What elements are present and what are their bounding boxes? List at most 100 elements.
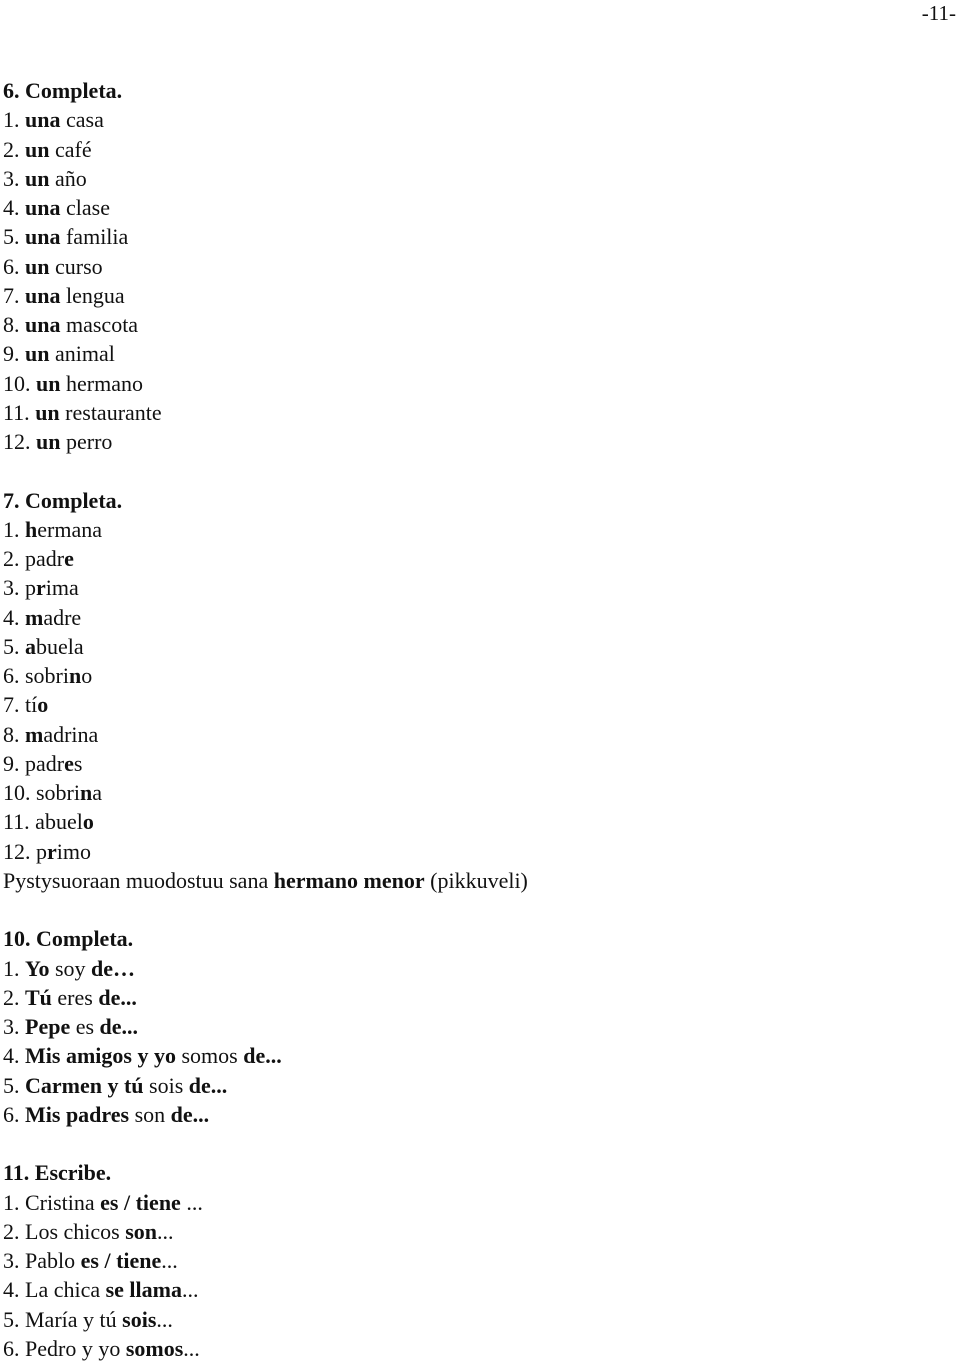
answer-line: 6. Mis padres son de... [3,1100,528,1129]
answer-bold-text: Pepe [25,1014,71,1039]
answer-text: 7. [3,282,25,308]
answer-line: 10. un hermano [3,369,528,398]
answer-text: lengua [60,282,125,308]
answer-text: hermano [60,370,143,396]
answer-bold-text: es / tiene [100,1189,181,1215]
answer-line: 11. un restaurante [3,398,528,427]
answer-line: 1. hermana [3,515,528,544]
answer-line: 8. una mascota [3,310,528,339]
answer-text: año [49,165,87,191]
section-10: 10. Completa. 1. Yo soy de… 2. Tú eres de… [3,924,528,1129]
answer-text: 10. [3,370,36,396]
answer-line: 4. Mis amigos y yo somos de... [3,1041,528,1070]
section-6: 6. Completa. 1. una casa 2. un café 3. un … [3,76,528,456]
answer-line: 4. madre [3,603,528,632]
answer-text: 5. [3,224,25,250]
answer-text: 10. sobri [3,780,80,805]
answer-bold-text: una [25,282,61,308]
answer-text: ... [180,1189,203,1215]
answer-text: s [73,750,83,776]
answer-bold-text: m [25,721,44,747]
answer-text: café [49,136,92,162]
answer-bold-text: de… [91,955,136,981]
answer-bold-text: hermano menor [273,867,425,893]
answer-line: 3. Pepe es de... [3,1012,528,1041]
answer-bold-text: una [25,195,61,220]
answer-bold-text: un [36,370,61,396]
answer-bold-text: un [36,429,61,454]
answer-bold-text: es / tiene [80,1248,162,1273]
answer-bold-text: una [25,312,61,337]
answer-text: 1. [3,107,25,133]
answer-text: imo [56,838,91,864]
section-heading: 10. Completa. [3,926,134,952]
answer-line: 12. un perro [3,427,528,456]
answer-text: son [129,1101,171,1127]
answer-bold-text: de... [99,1014,139,1039]
section-heading: 7. Completa. [3,487,123,513]
answer-text: adre [43,604,82,630]
answer-line: 3. Pablo es / tiene... [3,1246,528,1275]
answer-text: buela [36,633,84,659]
answer-text: ... [156,1306,173,1332]
section-7: 7. Completa. 1. hermana 2. padre 3. prima 4… [3,486,528,896]
answer-text: 4. [3,604,25,630]
answer-text: 4. [3,195,25,220]
answer-bold-text: de... [170,1101,210,1127]
answer-bold-text: n [80,780,93,805]
answer-text: 12. [3,429,36,454]
answer-bold-text: un [25,341,50,367]
answer-text: 5. [3,1072,25,1098]
answer-text: 11. abuel [3,809,83,835]
answer-line: 11. abuelo [3,807,528,836]
answer-text: 2. [3,984,25,1010]
answer-text: 3. Pablo [3,1248,81,1273]
answer-text: curso [49,253,103,279]
answer-line: 12. primo [3,837,528,866]
answer-bold-text: o [37,692,49,718]
answer-line: 7. tío [3,690,528,719]
answer-bold-text: Mis padres [25,1101,130,1127]
answer-line: 8. madrina [3,720,528,749]
answer-bold-text: de... [98,984,137,1010]
answer-text: 1. Cristina [3,1189,101,1215]
answer-bold-text: Mis amigos y yo [25,1043,176,1069]
answer-text: 6. [3,253,25,279]
answer-text: 3. p [3,575,36,601]
answer-bold-text: m [25,604,44,630]
answer-line: 2. Tú eres de... [3,983,528,1012]
answer-bold-text: e [64,750,74,776]
answer-bold-text: h [25,516,38,542]
answer-bold-text: o [82,809,94,835]
answer-text: casa [60,107,104,133]
answer-line: 6. un curso [3,252,528,281]
answer-bold-text: un [25,253,50,279]
answer-text: familia [60,224,129,250]
section-heading: 6. Completa. [3,78,123,103]
answer-line: 1. una casa [3,105,528,134]
answer-text: 6. [3,1101,25,1127]
answer-bold-text: r [36,575,46,601]
answer-bold-text: de... [243,1043,282,1069]
answer-text: 5. María y tú [3,1306,123,1332]
answer-bold-text: a [25,633,36,659]
answer-bold-text: somos [125,1335,184,1361]
answer-bold-text: una [25,224,61,250]
answer-bold-text: Yo [25,955,50,981]
answer-line: 5. abuela [3,632,528,661]
answer-text: 12. p [3,838,47,864]
answer-text: 4. [3,1043,25,1069]
answer-text: 3. [3,165,25,191]
answer-bold-text: Carmen y tú [25,1072,144,1098]
answer-text: restaurante [59,399,162,425]
answer-text: clase [60,195,110,220]
answer-bold-text: r [47,838,57,864]
answer-text: somos [175,1043,244,1069]
answer-line: 2. Los chicos son... [3,1217,528,1246]
answer-line: 9. un animal [3,339,528,368]
answer-line: Pystysuoraan muodostuu sana hermano meno… [3,866,528,895]
answer-text: ... [183,1335,200,1361]
answer-text: 5. [3,633,25,659]
answer-line: 6. Pedro y yo somos... [3,1334,528,1363]
answer-text: soy [49,955,92,981]
